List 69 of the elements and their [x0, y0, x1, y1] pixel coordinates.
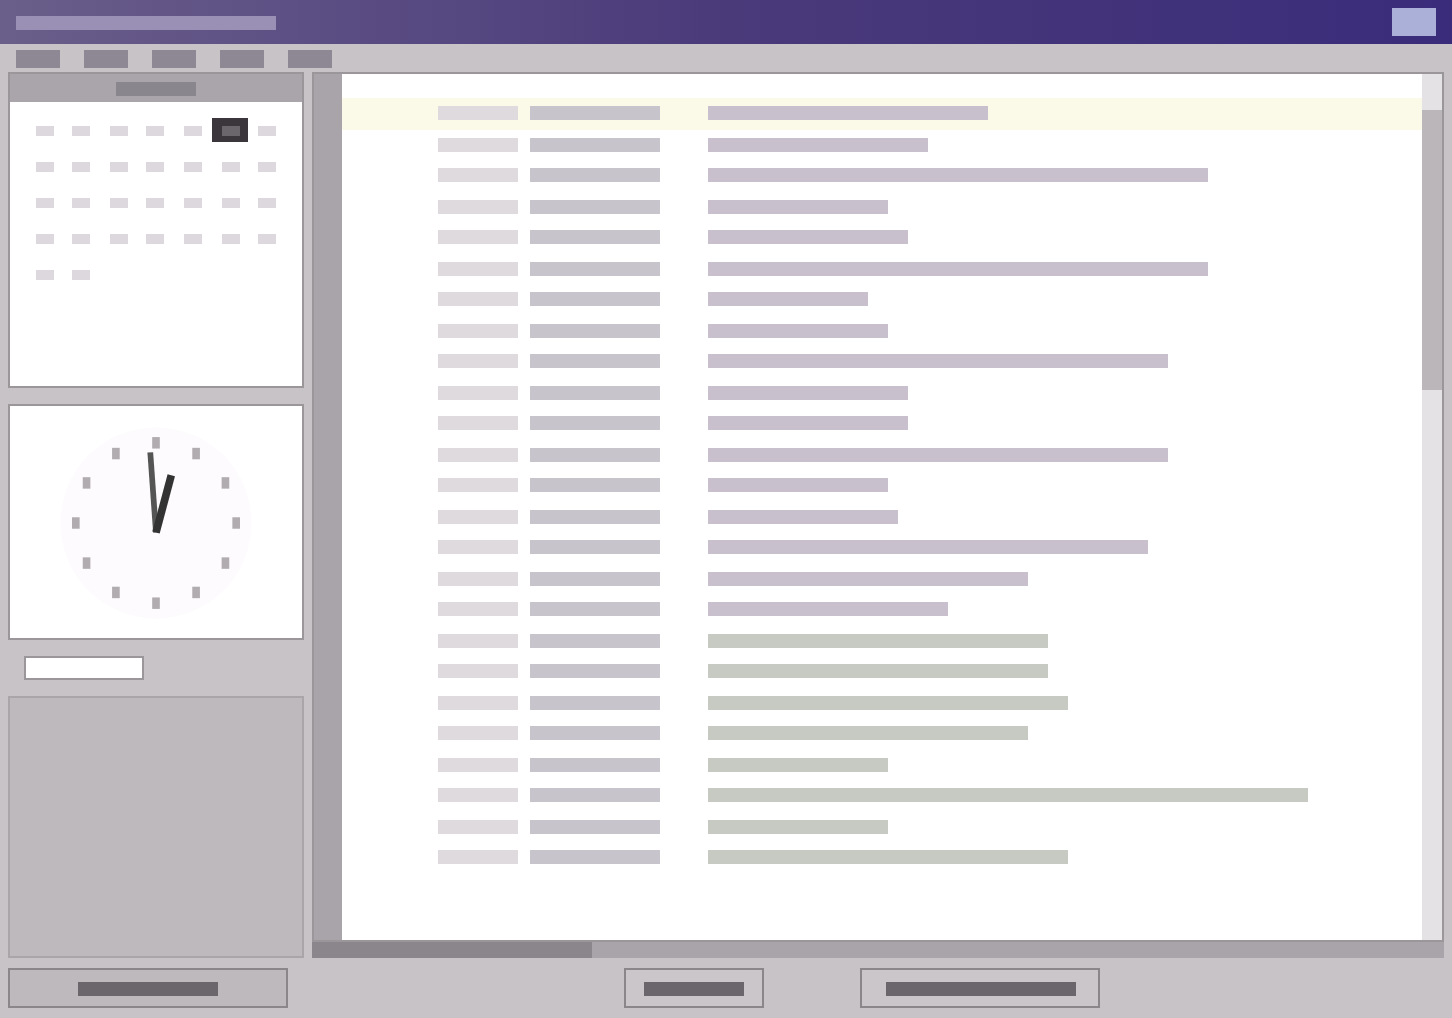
blurred-text — [530, 416, 660, 431]
blurred-text — [530, 323, 660, 338]
blurred-text — [530, 602, 660, 617]
blurred-text — [530, 509, 660, 524]
blurred-text — [438, 447, 518, 462]
blurred-text — [530, 819, 660, 834]
blurred-text — [530, 230, 660, 245]
blurred-text — [438, 478, 518, 493]
blurred-text — [78, 981, 218, 995]
blurred-text — [644, 981, 744, 995]
blurred-text — [530, 478, 660, 493]
blurred-text — [530, 199, 660, 214]
scrollbar-thumb[interactable] — [312, 942, 592, 958]
blurred-text — [530, 726, 660, 741]
blurred-text — [438, 292, 518, 307]
window-controls-icon[interactable] — [1392, 8, 1436, 36]
blurred-text — [530, 695, 660, 710]
scrollbar[interactable] — [1422, 74, 1442, 940]
menu-item[interactable] — [152, 49, 196, 67]
horizontal-scrollbar[interactable] — [312, 942, 1444, 958]
blurred-text — [438, 633, 518, 648]
blurred-text — [530, 385, 660, 400]
time-field[interactable] — [24, 656, 144, 680]
blurred-text — [530, 168, 660, 183]
blurred-text — [530, 757, 660, 772]
blurred-text — [530, 788, 660, 803]
menu-item[interactable] — [16, 49, 60, 67]
blurred-text — [438, 323, 518, 338]
blurred-text — [438, 416, 518, 431]
blurred-text — [438, 788, 518, 803]
blurred-text — [438, 602, 518, 617]
blurred-text — [530, 633, 660, 648]
blurred-text — [530, 664, 660, 679]
blurred-text — [438, 695, 518, 710]
blurred-text — [438, 819, 518, 834]
blurred-text — [438, 540, 518, 555]
blurred-text — [438, 509, 518, 524]
blurred-text — [530, 292, 660, 307]
blurred-text — [116, 81, 196, 95]
status-button[interactable] — [624, 968, 764, 1008]
blurred-text — [530, 261, 660, 276]
blurred-text — [530, 571, 660, 586]
blurred-text — [438, 106, 518, 121]
blurred-text — [438, 385, 518, 400]
list-row[interactable] — [342, 98, 1422, 129]
blurred-text — [530, 850, 660, 865]
menu-item[interactable] — [220, 49, 264, 67]
blurred-text — [438, 757, 518, 772]
blurred-text — [438, 261, 518, 276]
menu-item[interactable] — [84, 49, 128, 67]
scrollbar-thumb[interactable] — [1422, 110, 1442, 390]
blurred-text — [438, 199, 518, 214]
blurred-text — [438, 571, 518, 586]
blurred-text — [438, 168, 518, 183]
blurred-text — [438, 137, 518, 152]
blurred-text — [438, 726, 518, 741]
calendar-day[interactable] — [211, 118, 249, 142]
blurred-text — [530, 354, 660, 369]
status-button[interactable] — [860, 968, 1100, 1008]
blurred-text — [530, 106, 660, 121]
blurred-text — [530, 447, 660, 462]
blurred-text — [438, 354, 518, 369]
blurred-text — [530, 137, 660, 152]
blurred-text — [530, 540, 660, 555]
menu-item[interactable] — [288, 49, 332, 67]
panel-button[interactable] — [8, 968, 288, 1008]
blurred-text — [438, 664, 518, 679]
blurred-text — [438, 230, 518, 245]
blurred-text — [438, 850, 518, 865]
